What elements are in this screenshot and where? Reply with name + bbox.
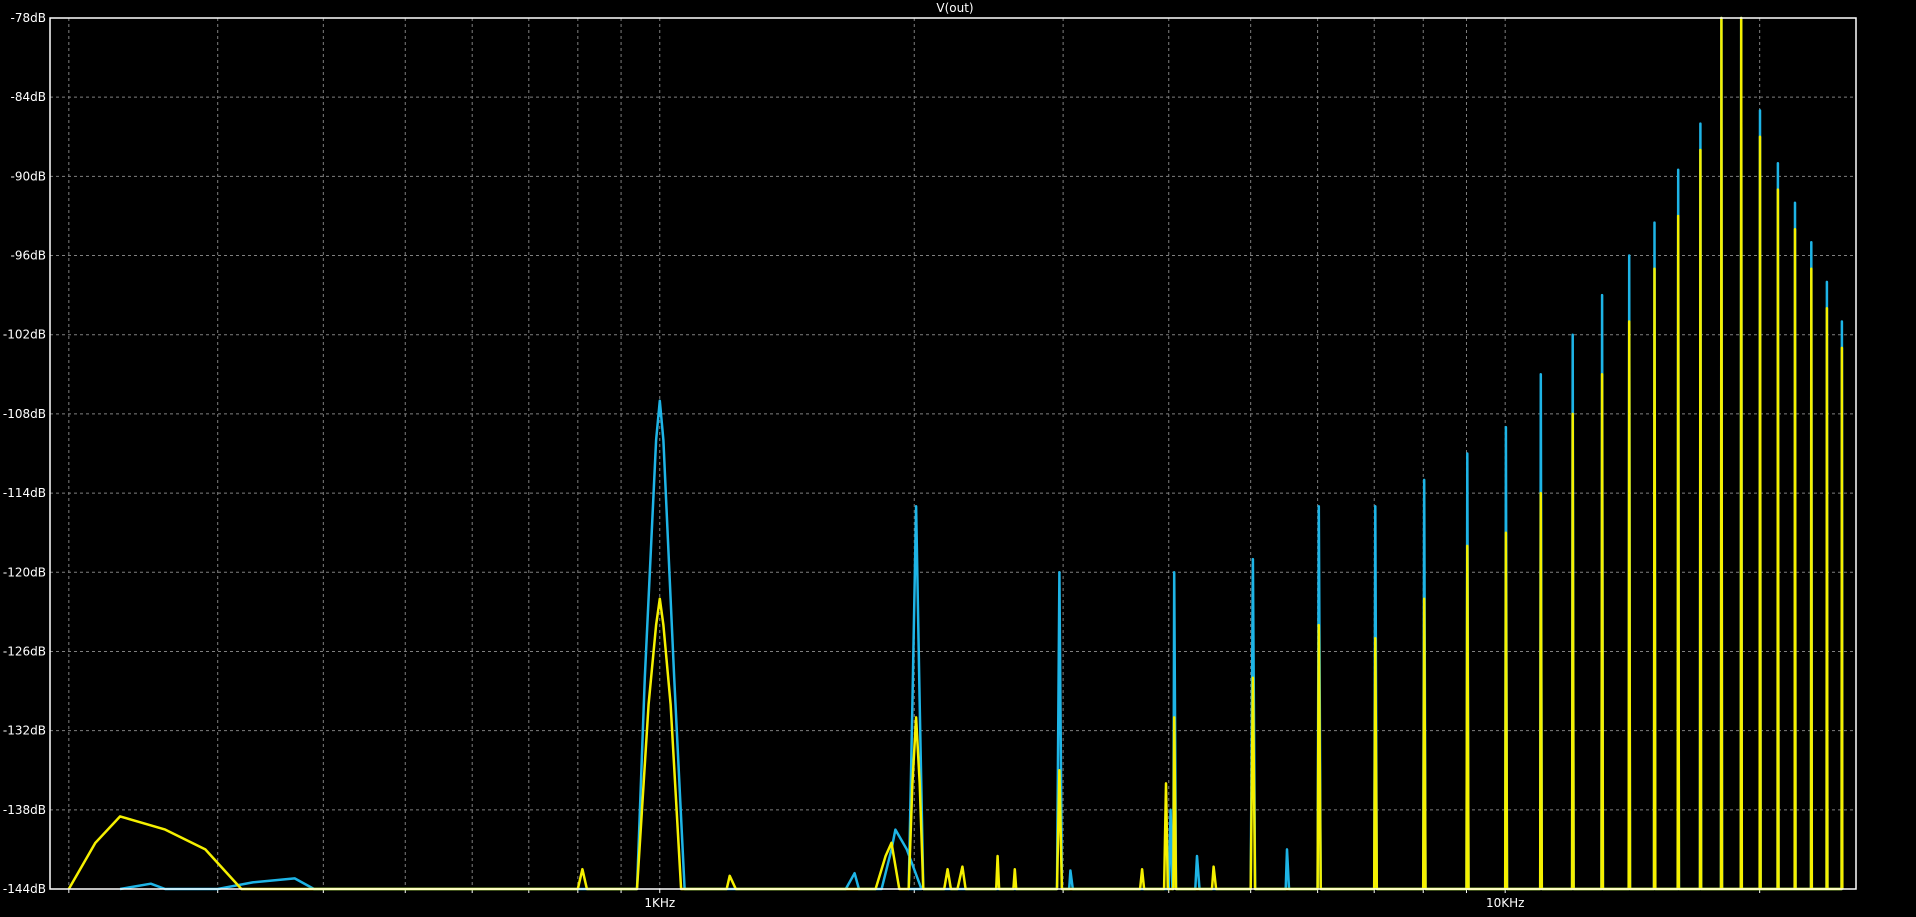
y-tick-label: -78dB: [11, 11, 46, 25]
y-tick-label: -102dB: [3, 328, 46, 342]
y-tick-label: -84dB: [11, 90, 46, 104]
x-tick-label: 10KHz: [1486, 896, 1524, 910]
y-tick-label: -96dB: [11, 249, 46, 263]
plot-title: V(out): [936, 1, 973, 15]
y-tick-label: -120dB: [3, 565, 46, 579]
y-tick-label: -138dB: [3, 803, 46, 817]
y-tick-label: -90dB: [11, 169, 46, 183]
y-tick-label: -126dB: [3, 644, 46, 658]
y-tick-label: -144dB: [3, 882, 46, 896]
x-tick-label: 1KHz: [644, 896, 675, 910]
y-tick-label: -108dB: [3, 407, 46, 421]
y-tick-label: -114dB: [3, 486, 46, 500]
y-tick-label: -132dB: [3, 724, 46, 738]
spectrum-plot: V(out) -78dB -84dB -90dB -96dB -102dB -108dB -…: [0, 0, 1916, 917]
